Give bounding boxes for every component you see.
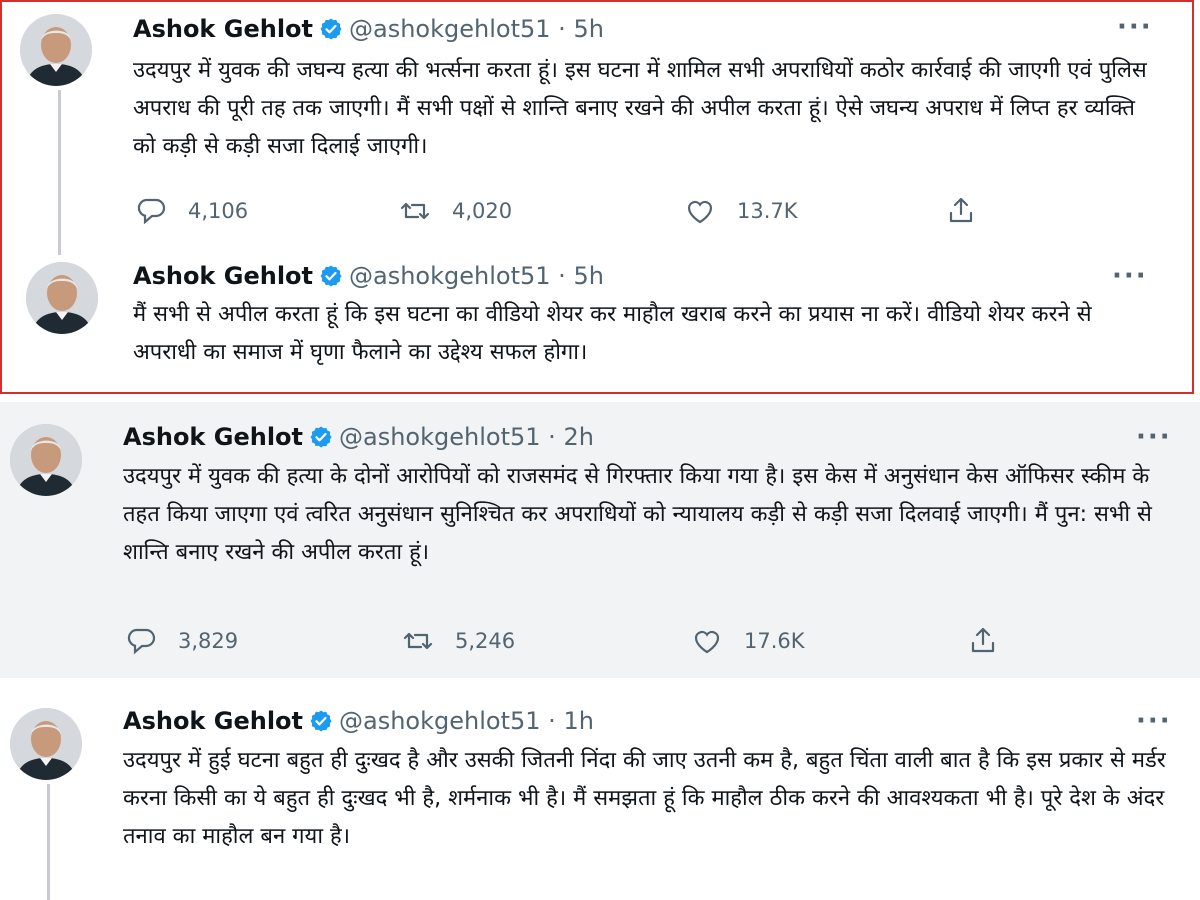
retweet-button[interactable]: 4,020	[400, 191, 512, 231]
author-handle[interactable]: @ashokgehlot51	[339, 707, 541, 735]
more-icon[interactable]: ···	[1117, 14, 1153, 40]
tweet-header: Ashok Gehlot @ashokgehlot51 · 5h	[133, 261, 604, 291]
verified-badge-icon	[319, 17, 343, 41]
avatar-photo	[20, 14, 92, 86]
tweet-header: Ashok Gehlot @ashokgehlot51 · 1h	[123, 706, 594, 736]
timestamp[interactable]: 2h	[563, 423, 593, 451]
retweet-icon	[400, 202, 430, 220]
tweet-actions: 3,829 5,246 17.6K	[126, 621, 1006, 661]
reply-button[interactable]: 3,829	[126, 621, 238, 661]
verified-badge-icon	[309, 425, 333, 449]
like-button[interactable]: 17.6K	[692, 621, 805, 661]
avatar[interactable]	[10, 708, 82, 780]
author-name[interactable]: Ashok Gehlot	[133, 15, 313, 43]
timestamp[interactable]: 5h	[573, 15, 603, 43]
tweet-header: Ashok Gehlot @ashokgehlot51 · 2h	[123, 422, 594, 452]
more-icon[interactable]: ···	[1136, 424, 1172, 450]
author-name[interactable]: Ashok Gehlot	[123, 423, 303, 451]
reply-icon	[137, 198, 166, 224]
avatar[interactable]	[10, 424, 82, 496]
share-button[interactable]	[968, 621, 998, 661]
like-count: 13.7K	[737, 199, 798, 223]
avatar[interactable]	[26, 262, 98, 334]
author-name[interactable]: Ashok Gehlot	[133, 262, 313, 290]
retweet-count: 5,246	[455, 629, 516, 653]
verified-badge-icon	[309, 709, 333, 733]
timestamp[interactable]: 5h	[573, 262, 603, 290]
avatar-photo	[10, 424, 82, 496]
author-name[interactable]: Ashok Gehlot	[123, 707, 303, 735]
like-icon	[687, 200, 713, 224]
share-icon	[971, 627, 995, 653]
reply-count: 3,829	[178, 629, 239, 653]
author-handle[interactable]: @ashokgehlot51	[349, 262, 551, 290]
like-icon	[694, 630, 720, 654]
like-count: 17.6K	[744, 629, 805, 653]
timestamp[interactable]: 1h	[563, 707, 593, 735]
verified-badge-icon	[319, 264, 343, 288]
share-icon	[949, 197, 973, 223]
retweet-count: 4,020	[452, 199, 513, 223]
tweet-text: उदयपुर में हुई घटना बहुत ही दुःखद है और …	[123, 748, 1166, 849]
avatar-photo	[26, 262, 98, 334]
share-button[interactable]	[946, 191, 976, 231]
tweet-header: Ashok Gehlot @ashokgehlot51 · 5h	[133, 14, 604, 44]
tweet-actions: 4,106 4,020 13.7K	[136, 191, 996, 231]
separator: ·	[548, 423, 556, 451]
thread-line	[47, 784, 50, 900]
retweet-icon	[403, 632, 433, 650]
author-handle[interactable]: @ashokgehlot51	[349, 15, 551, 43]
more-icon[interactable]: ···	[1112, 263, 1148, 289]
avatar-photo	[10, 708, 82, 780]
tweet-text: मैं सभी से अपील करता हूं कि इस घटना का व…	[133, 302, 1092, 365]
like-button[interactable]: 13.7K	[685, 191, 798, 231]
tweet-text: उदयपुर में युवक की हत्या के दोनों आरोपिय…	[123, 464, 1152, 565]
reply-count: 4,106	[188, 199, 249, 223]
separator: ·	[558, 262, 566, 290]
avatar[interactable]	[20, 14, 92, 86]
reply-icon	[127, 628, 156, 654]
reply-button[interactable]: 4,106	[136, 191, 248, 231]
author-handle[interactable]: @ashokgehlot51	[339, 423, 541, 451]
separator: ·	[548, 707, 556, 735]
tweet-text: उदयपुर में युवक की जघन्य हत्या की भर्त्स…	[133, 58, 1147, 159]
thread-line	[58, 90, 61, 255]
separator: ·	[558, 15, 566, 43]
more-icon[interactable]: ···	[1136, 708, 1172, 734]
retweet-button[interactable]: 5,246	[403, 621, 515, 661]
